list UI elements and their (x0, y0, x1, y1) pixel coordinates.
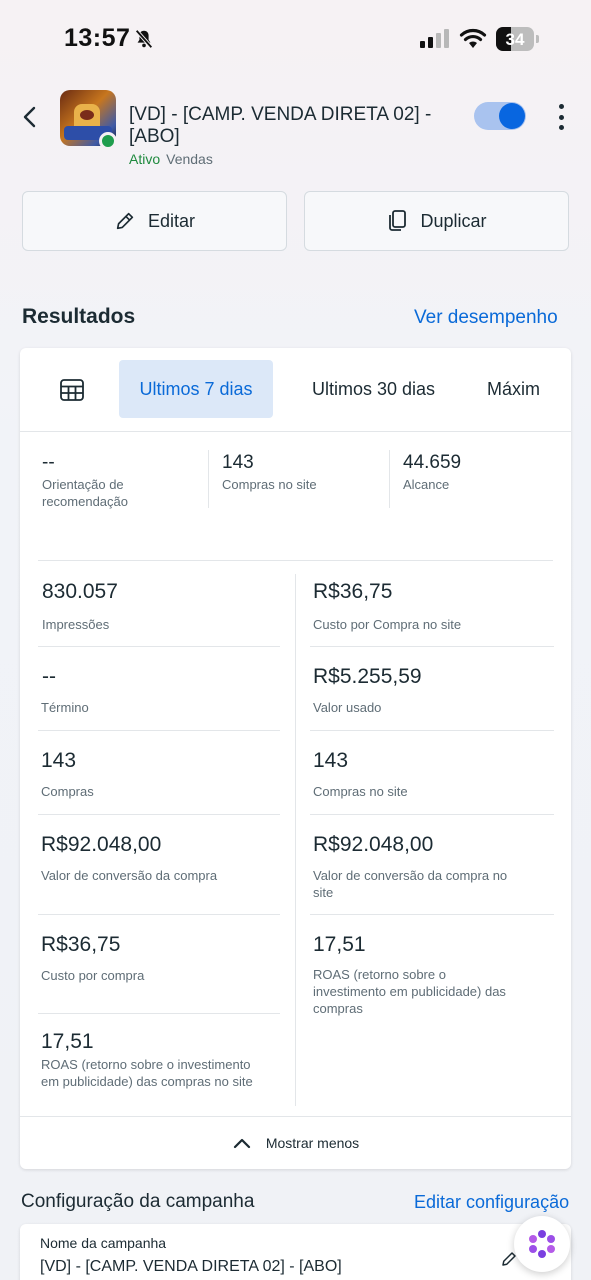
tab-maximum[interactable]: Máxim (467, 360, 560, 418)
divider (310, 730, 554, 731)
battery-tip (536, 35, 539, 43)
divider (38, 814, 280, 815)
metric-label: Valor de conversão da compra (41, 868, 218, 883)
campaign-name-value: [VD] - [CAMP. VENDA DIRETA 02] - [ABO] (40, 1258, 342, 1275)
show-less-label: Mostrar menos (265, 1135, 360, 1151)
column-divider (295, 574, 296, 1106)
campaign-name-label: Nome da campanha (40, 1235, 167, 1251)
edit-button-label: Editar (147, 210, 196, 231)
metric-label: ROAS (retorno sobre o investimento em pu… (313, 967, 506, 1016)
active-status-dot (99, 132, 117, 150)
metric-label: ROAS (retorno sobre o investimento em pu… (41, 1057, 253, 1089)
metric-value: 830.057 (42, 580, 118, 603)
tab-last-7-days[interactable]: Ultimos 7 dias (119, 360, 273, 418)
metric-value: 143 (313, 749, 349, 772)
status-time: 13:57 (64, 24, 131, 52)
metric-label: Término (41, 700, 89, 715)
metric-value: R$5.255,59 (313, 665, 422, 688)
tab-last-30-days[interactable]: Ultimos 30 dias (292, 360, 455, 418)
back-arrow-icon[interactable] (18, 104, 44, 130)
metric-value: 143 (41, 749, 77, 772)
metric-label: Compras (41, 784, 94, 799)
battery-level: 34 (505, 30, 525, 49)
pencil-icon (116, 212, 134, 230)
divider (38, 914, 280, 915)
view-performance-link[interactable]: Ver desempenho (414, 307, 558, 329)
wifi-icon (459, 28, 487, 55)
table-icon[interactable] (60, 379, 84, 406)
metric-value: R$36,75 (41, 933, 121, 956)
metric-label: Compras no site (222, 477, 317, 492)
metric-value: R$92.048,00 (313, 833, 434, 856)
results-card: Ultimos 7 dias Ultimos 30 dias Máxim -- … (20, 348, 571, 1169)
duplicate-icon (389, 210, 407, 231)
divider (38, 1013, 280, 1014)
campaign-title: [VD] - [CAMP. VENDA DIRETA 02] - [ABO] (129, 104, 432, 147)
metric-value: -- (42, 665, 56, 688)
metric-value: R$36,75 (313, 580, 393, 603)
duplicate-button-label: Duplicar (420, 210, 487, 231)
campaign-toggle[interactable] (474, 102, 526, 130)
bell-off-icon (133, 28, 155, 55)
metric-value: -- (42, 452, 55, 473)
chevron-up-icon (233, 1138, 250, 1149)
toggle-knob (499, 103, 525, 129)
edit-button[interactable]: Editar (22, 191, 287, 251)
metric-label: Custo por Compra no site (313, 617, 462, 632)
objective-label: Vendas (166, 151, 213, 167)
divider (389, 450, 390, 508)
metric-value: 143 (222, 452, 254, 473)
divider (208, 450, 209, 508)
results-title: Resultados (22, 305, 136, 328)
metric-value: R$92.048,00 (41, 833, 162, 856)
ai-assistant-icon[interactable] (514, 1216, 570, 1272)
battery-icon: 34 (496, 27, 534, 51)
divider (310, 814, 554, 815)
divider (38, 560, 553, 561)
campaign-config-title: Configuração da campanha (21, 1191, 255, 1212)
campaign-status-line: Ativo Vendas (129, 151, 213, 167)
metric-value: 17,51 (313, 933, 366, 956)
metric-label: Compras no site (313, 784, 408, 799)
metric-label: Valor de conversão da compra no site (313, 868, 508, 900)
status-label: Ativo (129, 151, 161, 167)
divider (310, 914, 554, 915)
divider (38, 646, 280, 647)
show-less-button[interactable]: Mostrar menos (20, 1116, 571, 1169)
edit-config-link[interactable]: Editar configuração (414, 1192, 569, 1213)
metric-label: Impressões (42, 617, 110, 632)
metric-label: Alcance (403, 477, 450, 492)
metric-label: Orientação de recomendação (42, 477, 128, 509)
metric-value: 17,51 (41, 1030, 94, 1053)
metric-value: 44.659 (403, 452, 462, 473)
divider (310, 646, 554, 647)
duplicate-button[interactable]: Duplicar (304, 191, 569, 251)
divider (38, 730, 280, 731)
metric-label: Custo por compra (41, 968, 145, 983)
date-range-tabs: Ultimos 7 dias Ultimos 30 dias Máxim (20, 348, 571, 432)
metric-label: Valor usado (313, 700, 382, 715)
signal-icon (420, 29, 449, 48)
kebab-menu-icon[interactable] (552, 104, 570, 130)
